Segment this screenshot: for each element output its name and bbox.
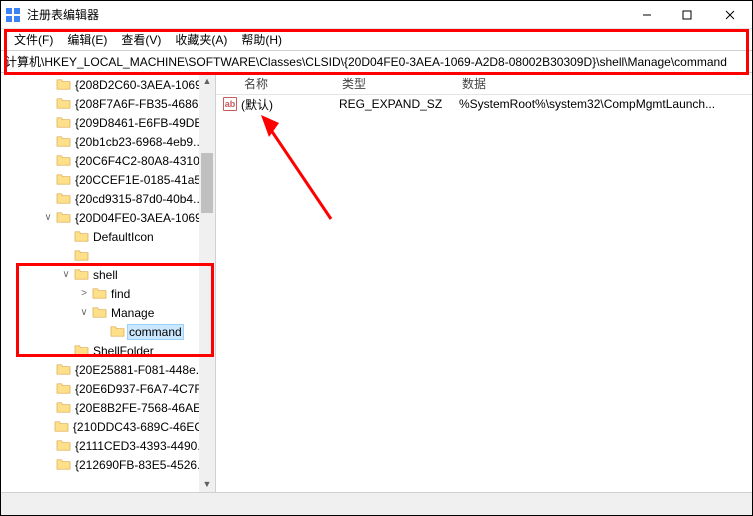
folder-icon [55, 135, 71, 149]
folder-icon [55, 439, 71, 453]
folder-icon [55, 458, 71, 472]
menu-help[interactable]: 帮助(H) [234, 31, 289, 48]
tree-item-label: find [109, 287, 132, 301]
tree-item[interactable]: ∨ {20D04FE0-3AEA-1069... [1, 208, 215, 227]
menu-edit[interactable]: 编辑(E) [60, 31, 114, 48]
tree-item-label: {208F7A6F-FB35-4686... [73, 97, 210, 111]
close-button[interactable] [707, 1, 752, 29]
maximize-button[interactable] [667, 1, 707, 29]
folder-icon [73, 249, 89, 263]
tree-scrollbar[interactable]: ▲ ▼ [199, 73, 215, 492]
tree-item[interactable]: {20E8B2FE-7568-46AE... [1, 398, 215, 417]
tree-item[interactable]: {2111CED3-4393-4490... [1, 436, 215, 455]
status-bar [1, 492, 752, 515]
folder-icon [73, 230, 89, 244]
tree-item-label: {20b1cb23-6968-4eb9... [73, 135, 205, 149]
tree-item[interactable]: DefaultIcon [1, 227, 215, 246]
tree-twisty[interactable]: > [77, 288, 91, 299]
tree-item-label: {212690FB-83E5-4526... [73, 458, 209, 472]
string-value-icon: ab [222, 96, 238, 112]
tree-item[interactable]: command [1, 322, 215, 341]
address-path: 计算机\HKEY_LOCAL_MACHINE\SOFTWARE\Classes\… [5, 53, 727, 70]
tree-item[interactable]: {208D2C60-3AEA-1069... [1, 75, 215, 94]
scroll-up-arrow[interactable]: ▲ [199, 73, 215, 89]
folder-icon [55, 154, 71, 168]
app-icon [5, 7, 21, 23]
value-data: %SystemRoot%\system32\CompMgmtLaunch... [459, 97, 752, 111]
folder-icon [91, 287, 107, 301]
window-title: 注册表编辑器 [27, 6, 627, 23]
tree-item[interactable]: {20CCEF1E-0185-41a5... [1, 170, 215, 189]
scroll-down-arrow[interactable]: ▼ [199, 476, 215, 492]
col-header-data[interactable]: 数据 [456, 75, 752, 92]
folder-icon [109, 325, 125, 339]
menu-bar: 文件(F) 编辑(E) 查看(V) 收藏夹(A) 帮助(H) [1, 29, 752, 50]
tree-item[interactable]: {212690FB-83E5-4526... [1, 455, 215, 474]
tree-item[interactable]: ∨ shell [1, 265, 215, 284]
tree-pane[interactable]: {208D2C60-3AEA-1069... {208F7A6F-FB35-468… [1, 73, 216, 492]
tree-item[interactable]: {208F7A6F-FB35-4686... [1, 94, 215, 113]
menu-favorites[interactable]: 收藏夹(A) [168, 31, 234, 48]
tree-item-label: ShellFolder [91, 344, 156, 358]
list-pane[interactable]: 名称 类型 数据 ab(默认)REG_EXPAND_SZ%SystemRoot%… [216, 73, 752, 492]
tree-item-label: DefaultIcon [91, 230, 156, 244]
tree-item[interactable]: {20b1cb23-6968-4eb9... [1, 132, 215, 151]
list-header: 名称 类型 数据 [216, 73, 752, 95]
tree-item-label: Manage [109, 306, 156, 320]
menu-file[interactable]: 文件(F) [7, 31, 60, 48]
tree-item[interactable]: {209D8461-E6FB-49DE... [1, 113, 215, 132]
tree-item[interactable]: ∨ Manage [1, 303, 215, 322]
title-bar: 注册表编辑器 [1, 1, 752, 29]
menu-view[interactable]: 查看(V) [114, 31, 168, 48]
folder-icon [55, 382, 71, 396]
value-name: (默认) [241, 96, 339, 113]
folder-icon [55, 78, 71, 92]
tree-item-label: {20CCEF1E-0185-41a5... [73, 173, 213, 187]
tree-item[interactable]: {20C6F4C2-80A8-4310... [1, 151, 215, 170]
col-header-type[interactable]: 类型 [336, 75, 456, 92]
tree-twisty[interactable]: ∨ [41, 212, 55, 223]
tree-item[interactable]: {20E25881-F081-448e... [1, 360, 215, 379]
folder-icon [73, 268, 89, 282]
folder-icon [55, 363, 71, 377]
tree-item-label: {209D8461-E6FB-49DE... [73, 116, 214, 130]
tree-item-label: {20cd9315-87d0-40b4... [73, 192, 205, 206]
tree-item[interactable]: {210DDC43-689C-46EC... [1, 417, 215, 436]
folder-icon [55, 116, 71, 130]
tree-item[interactable]: > find [1, 284, 215, 303]
tree-item[interactable]: {20cd9315-87d0-40b4... [1, 189, 215, 208]
tree-item-label: {20E6D937-F6A7-4C7F... [73, 382, 212, 396]
tree-item[interactable]: ShellFolder [1, 341, 215, 360]
address-bar[interactable]: 计算机\HKEY_LOCAL_MACHINE\SOFTWARE\Classes\… [1, 50, 752, 73]
tree-item-label: {210DDC43-689C-46EC... [71, 420, 215, 434]
minimize-button[interactable] [627, 1, 667, 29]
tree-item[interactable] [1, 246, 215, 265]
tree-twisty[interactable]: ∨ [59, 269, 73, 280]
scroll-thumb[interactable] [201, 153, 213, 213]
tree-item-label: {20E25881-F081-448e... [73, 363, 208, 377]
folder-icon [55, 173, 71, 187]
tree-item-label: {208D2C60-3AEA-1069... [73, 78, 214, 92]
tree-item-label: shell [91, 268, 120, 282]
folder-icon [55, 211, 71, 225]
tree-item[interactable]: {20E6D937-F6A7-4C7F... [1, 379, 215, 398]
col-header-name[interactable]: 名称 [216, 75, 336, 92]
tree-twisty[interactable]: ∨ [77, 307, 91, 318]
folder-icon [55, 401, 71, 415]
list-row[interactable]: ab(默认)REG_EXPAND_SZ%SystemRoot%\system32… [216, 95, 752, 113]
tree-item-label: {20C6F4C2-80A8-4310... [73, 154, 212, 168]
tree-item-label: {2111CED3-4393-4490... [73, 439, 209, 453]
folder-icon [53, 420, 69, 434]
value-type: REG_EXPAND_SZ [339, 97, 459, 111]
tree-item-label: {20D04FE0-3AEA-1069... [73, 211, 214, 225]
workspace: {208D2C60-3AEA-1069... {208F7A6F-FB35-468… [1, 73, 752, 492]
tree-item-label: {20E8B2FE-7568-46AE... [73, 401, 213, 415]
tree-item-label: command [127, 324, 184, 340]
folder-icon [55, 97, 71, 111]
folder-icon [73, 344, 89, 358]
folder-icon [55, 192, 71, 206]
folder-icon [91, 306, 107, 320]
